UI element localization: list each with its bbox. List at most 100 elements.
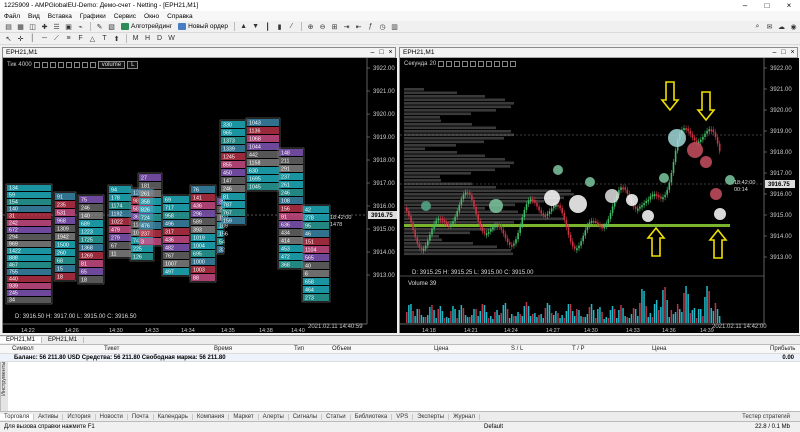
market-watch-icon[interactable]: ◫ xyxy=(27,22,38,32)
control-box[interactable] xyxy=(438,61,445,67)
window-close-button[interactable]: × xyxy=(788,49,797,56)
control-box[interactable] xyxy=(57,62,64,68)
control-box[interactable] xyxy=(89,62,96,68)
menu-view[interactable]: Вид xyxy=(28,13,40,20)
menu-file[interactable]: Файл xyxy=(4,13,20,20)
col-price-current[interactable]: Цена xyxy=(652,346,666,352)
zoom-in-icon[interactable]: ⊕ xyxy=(305,22,316,32)
tab-mail[interactable]: Почта xyxy=(128,413,154,420)
zoom-out-icon[interactable]: ⊖ xyxy=(317,22,328,32)
strategy-tester-button[interactable]: Тестер стратегий xyxy=(738,414,800,420)
control-box[interactable] xyxy=(462,61,469,67)
col-sl[interactable]: S / L xyxy=(511,346,523,352)
terminal-icon[interactable]: ▣ xyxy=(63,22,74,32)
tile-icon[interactable]: ⊞ xyxy=(329,22,340,32)
candles-icon[interactable]: ▮ xyxy=(274,22,285,32)
control-box[interactable] xyxy=(41,62,48,68)
maximize-button[interactable]: □ xyxy=(756,0,778,11)
window-minimize-button[interactable]: – xyxy=(770,49,779,56)
horizontal-line-icon[interactable]: ─ xyxy=(39,34,50,44)
col-symbol[interactable]: Символ xyxy=(12,346,34,352)
status-profile[interactable]: Default xyxy=(484,424,503,430)
arrow-tool-icon[interactable]: ⬆ xyxy=(111,34,122,44)
window-close-button[interactable]: × xyxy=(386,49,395,56)
control-box[interactable] xyxy=(446,61,453,67)
col-profit[interactable]: Прибыль xyxy=(770,346,795,352)
templates-icon[interactable]: ▥ xyxy=(389,22,400,32)
col-price[interactable]: Цена xyxy=(434,346,448,352)
cloud-icon[interactable]: ☁ xyxy=(776,22,787,32)
tab-library[interactable]: Библиотека xyxy=(351,413,393,420)
control-box[interactable] xyxy=(470,61,477,67)
ide-icon[interactable]: ▧ xyxy=(106,22,117,32)
control-box[interactable] xyxy=(81,62,88,68)
control-box[interactable] xyxy=(33,62,40,68)
tab-journal[interactable]: Журнал xyxy=(449,413,480,420)
balance-row[interactable]: Баланс: 56 211.80 USD Средства: 56 211.8… xyxy=(0,354,800,362)
menu-charts[interactable]: Графики xyxy=(80,13,106,20)
data-window-icon[interactable]: ☰ xyxy=(51,22,62,32)
candle-chart-window[interactable]: EPH21,M1 – □ × 3922.00 3921.00 3920.00 3919… xyxy=(399,47,799,333)
trendline-icon[interactable]: ⟋ xyxy=(51,34,62,44)
tab-history[interactable]: История xyxy=(63,413,96,420)
col-time[interactable]: Время xyxy=(214,346,232,352)
control-box[interactable] xyxy=(494,61,501,67)
menu-insert[interactable]: Вставка xyxy=(48,13,72,20)
tab-articles[interactable]: Статьи xyxy=(322,413,351,420)
algo-trading-button[interactable]: Алготрейдинг xyxy=(118,22,175,32)
account-icon[interactable]: ◉ xyxy=(788,22,799,32)
window-minimize-button[interactable]: – xyxy=(368,49,377,56)
new-chart-icon[interactable]: ▤ xyxy=(3,22,14,32)
tab-experts[interactable]: Эксперты xyxy=(413,413,450,420)
tester-icon[interactable]: ⌁ xyxy=(75,22,86,32)
new-order-button[interactable]: Новый ордер xyxy=(175,22,231,32)
chart-tab[interactable]: EPH21,M1 xyxy=(42,337,85,343)
control-box[interactable] xyxy=(486,61,493,67)
tab-signals[interactable]: Сигналы xyxy=(289,413,323,420)
navigator-icon[interactable]: ✚ xyxy=(39,22,50,32)
w1-period-icon[interactable]: W xyxy=(166,34,177,44)
candle-chart-canvas[interactable]: 3922.00 3921.00 3920.00 3919.00 3918.00 3917.… xyxy=(400,58,799,333)
cluster-chart-window[interactable]: EPH21,M1 – □ × 3922.00 3921.00 3920.00 3919… xyxy=(2,47,397,333)
tab-market[interactable]: Маркет xyxy=(229,413,259,420)
tab-vps[interactable]: VPS xyxy=(392,413,414,420)
tab-assets[interactable]: Активы xyxy=(34,413,64,420)
periods-icon[interactable]: ◷ xyxy=(377,22,388,32)
chart-tab[interactable]: EPH21,M1 xyxy=(0,337,43,343)
bars-icon[interactable]: ┃ xyxy=(262,22,273,32)
control-box[interactable] xyxy=(502,61,509,67)
window-maximize-button[interactable]: □ xyxy=(377,49,386,56)
control-box[interactable] xyxy=(510,61,517,67)
window-maximize-button[interactable]: □ xyxy=(779,49,788,56)
sell-icon[interactable]: ▼ xyxy=(250,22,261,32)
control-box[interactable] xyxy=(49,62,56,68)
tab-calendar[interactable]: Календарь xyxy=(154,413,193,420)
d1-period-icon[interactable]: D xyxy=(154,34,165,44)
col-tp[interactable]: T / P xyxy=(572,346,585,352)
cursor-icon[interactable]: ↖ xyxy=(3,34,14,44)
col-volume[interactable]: Объем xyxy=(332,346,351,352)
menu-window[interactable]: Окно xyxy=(144,13,159,20)
col-type[interactable]: Тип xyxy=(294,346,304,352)
close-button[interactable]: × xyxy=(778,0,800,11)
lot-select[interactable]: L xyxy=(127,61,139,69)
indicators-icon[interactable]: ƒ xyxy=(365,22,376,32)
m1-period-icon[interactable]: M xyxy=(130,34,141,44)
line-icon[interactable]: ⁄ xyxy=(286,22,297,32)
fibo-icon[interactable]: F xyxy=(75,34,86,44)
shift-icon[interactable]: ⇤ xyxy=(353,22,364,32)
tab-company[interactable]: Компания xyxy=(193,413,230,420)
col-ticket[interactable]: Тикет xyxy=(104,346,119,352)
tab-trade[interactable]: Торговля xyxy=(0,413,35,420)
profiles-icon[interactable]: ▦ xyxy=(15,22,26,32)
buy-icon[interactable]: ▲ xyxy=(238,22,249,32)
control-box[interactable] xyxy=(478,61,485,67)
search-icon[interactable]: ⌕ xyxy=(752,22,763,32)
editor-icon[interactable]: ✎ xyxy=(94,22,105,32)
chat-icon[interactable]: ✉ xyxy=(764,22,775,32)
h1-period-icon[interactable]: H xyxy=(142,34,153,44)
crosshair-icon[interactable]: ✛ xyxy=(15,34,26,44)
text-icon[interactable]: T xyxy=(99,34,110,44)
shapes-icon[interactable]: △ xyxy=(87,34,98,44)
channel-icon[interactable]: ≡ xyxy=(63,34,74,44)
